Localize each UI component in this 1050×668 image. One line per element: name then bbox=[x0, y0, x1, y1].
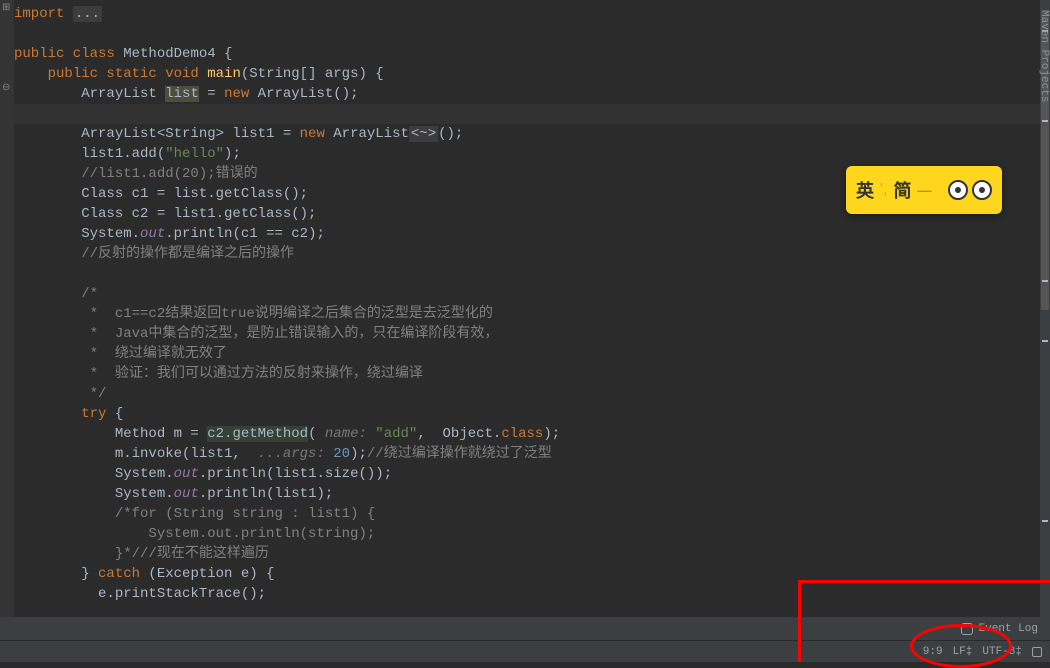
code-line[interactable]: //反射的操作都是编译之后的操作 bbox=[14, 244, 1040, 264]
code-line[interactable]: * 验证：我们可以通过方法的反射来操作，绕过编译 bbox=[14, 364, 1040, 384]
ime-lang-indicator: 英 bbox=[856, 177, 874, 203]
code-line[interactable] bbox=[14, 104, 1040, 124]
marker-tick[interactable] bbox=[1042, 340, 1048, 342]
code-editor[interactable]: import ... public class MethodDemo4 { pu… bbox=[14, 0, 1040, 617]
code-line[interactable]: * c1==c2结果返回true说明编译之后集合的泛型是去泛型化的 bbox=[14, 304, 1040, 324]
fold-marker-icon[interactable]: ⊞ bbox=[2, 2, 10, 14]
code-line[interactable]: System.out.println(c1 == c2); bbox=[14, 224, 1040, 244]
code-line[interactable]: Method m = c2.getMethod( name: "add", Ob… bbox=[14, 424, 1040, 444]
ime-separator: ', bbox=[880, 181, 888, 199]
event-log-link[interactable]: Event Log bbox=[979, 623, 1038, 635]
marker-tick[interactable] bbox=[1042, 520, 1048, 522]
code-line[interactable]: }*///现在不能这样遍历 bbox=[14, 544, 1040, 564]
maven-projects-tab[interactable]: Maven Projects bbox=[1036, 10, 1050, 102]
ime-dash: — bbox=[918, 182, 932, 198]
code-line[interactable]: public static void main(String[] args) { bbox=[14, 64, 1040, 84]
file-encoding[interactable]: UTF-8‡ bbox=[982, 646, 1022, 658]
ime-script-indicator: 简 bbox=[894, 177, 912, 203]
marker-tick[interactable] bbox=[1042, 280, 1048, 282]
code-line[interactable]: public class MethodDemo4 { bbox=[14, 44, 1040, 64]
code-line[interactable]: ArrayList<String> list1 = new ArrayList<… bbox=[14, 124, 1040, 144]
code-line[interactable]: try { bbox=[14, 404, 1040, 424]
code-line[interactable]: e.printStackTrace(); bbox=[14, 584, 1040, 604]
code-line[interactable]: System.out.println(list1.size()); bbox=[14, 464, 1040, 484]
marker-tick[interactable] bbox=[1042, 120, 1048, 122]
code-line[interactable]: ArrayList list = new ArrayList(); bbox=[14, 84, 1040, 104]
code-line[interactable]: * Java中集合的泛型，是防止错误输入的，只在编译阶段有效， bbox=[14, 324, 1040, 344]
status-bar: 9:9 LF‡ UTF-8‡ bbox=[0, 640, 1050, 662]
gutter[interactable]: ⊞⊖ bbox=[0, 0, 14, 617]
code-line[interactable] bbox=[14, 24, 1040, 44]
lock-icon[interactable] bbox=[1032, 647, 1042, 657]
code-line[interactable]: /* bbox=[14, 284, 1040, 304]
cursor-position[interactable]: 9:9 bbox=[923, 646, 943, 658]
ime-mascot-icon bbox=[948, 180, 992, 200]
chat-icon[interactable] bbox=[961, 623, 973, 635]
code-line[interactable]: /*for (String string : list1) { bbox=[14, 504, 1040, 524]
code-line[interactable]: m.invoke(list1, ...args: 20);//绕过编译操作就绕过… bbox=[14, 444, 1040, 464]
code-line[interactable]: * 绕过编译就无效了 bbox=[14, 344, 1040, 364]
code-line[interactable]: } catch (Exception e) { bbox=[14, 564, 1040, 584]
fold-marker-icon[interactable]: ⊖ bbox=[2, 82, 10, 94]
editor-container: ⊞⊖ import ... public class MethodDemo4 {… bbox=[0, 0, 1050, 617]
code-line[interactable]: */ bbox=[14, 384, 1040, 404]
event-log-bar: Event Log bbox=[0, 617, 1050, 640]
ime-widget[interactable]: 英 ', 简 — bbox=[846, 166, 1002, 214]
code-line[interactable]: System.out.println(string); bbox=[14, 524, 1040, 544]
code-line[interactable] bbox=[14, 264, 1040, 284]
code-line[interactable]: list1.add("hello"); bbox=[14, 144, 1040, 164]
line-separator[interactable]: LF‡ bbox=[953, 646, 973, 658]
code-line[interactable]: import ... bbox=[14, 4, 1040, 24]
code-line[interactable]: System.out.println(list1); bbox=[14, 484, 1040, 504]
